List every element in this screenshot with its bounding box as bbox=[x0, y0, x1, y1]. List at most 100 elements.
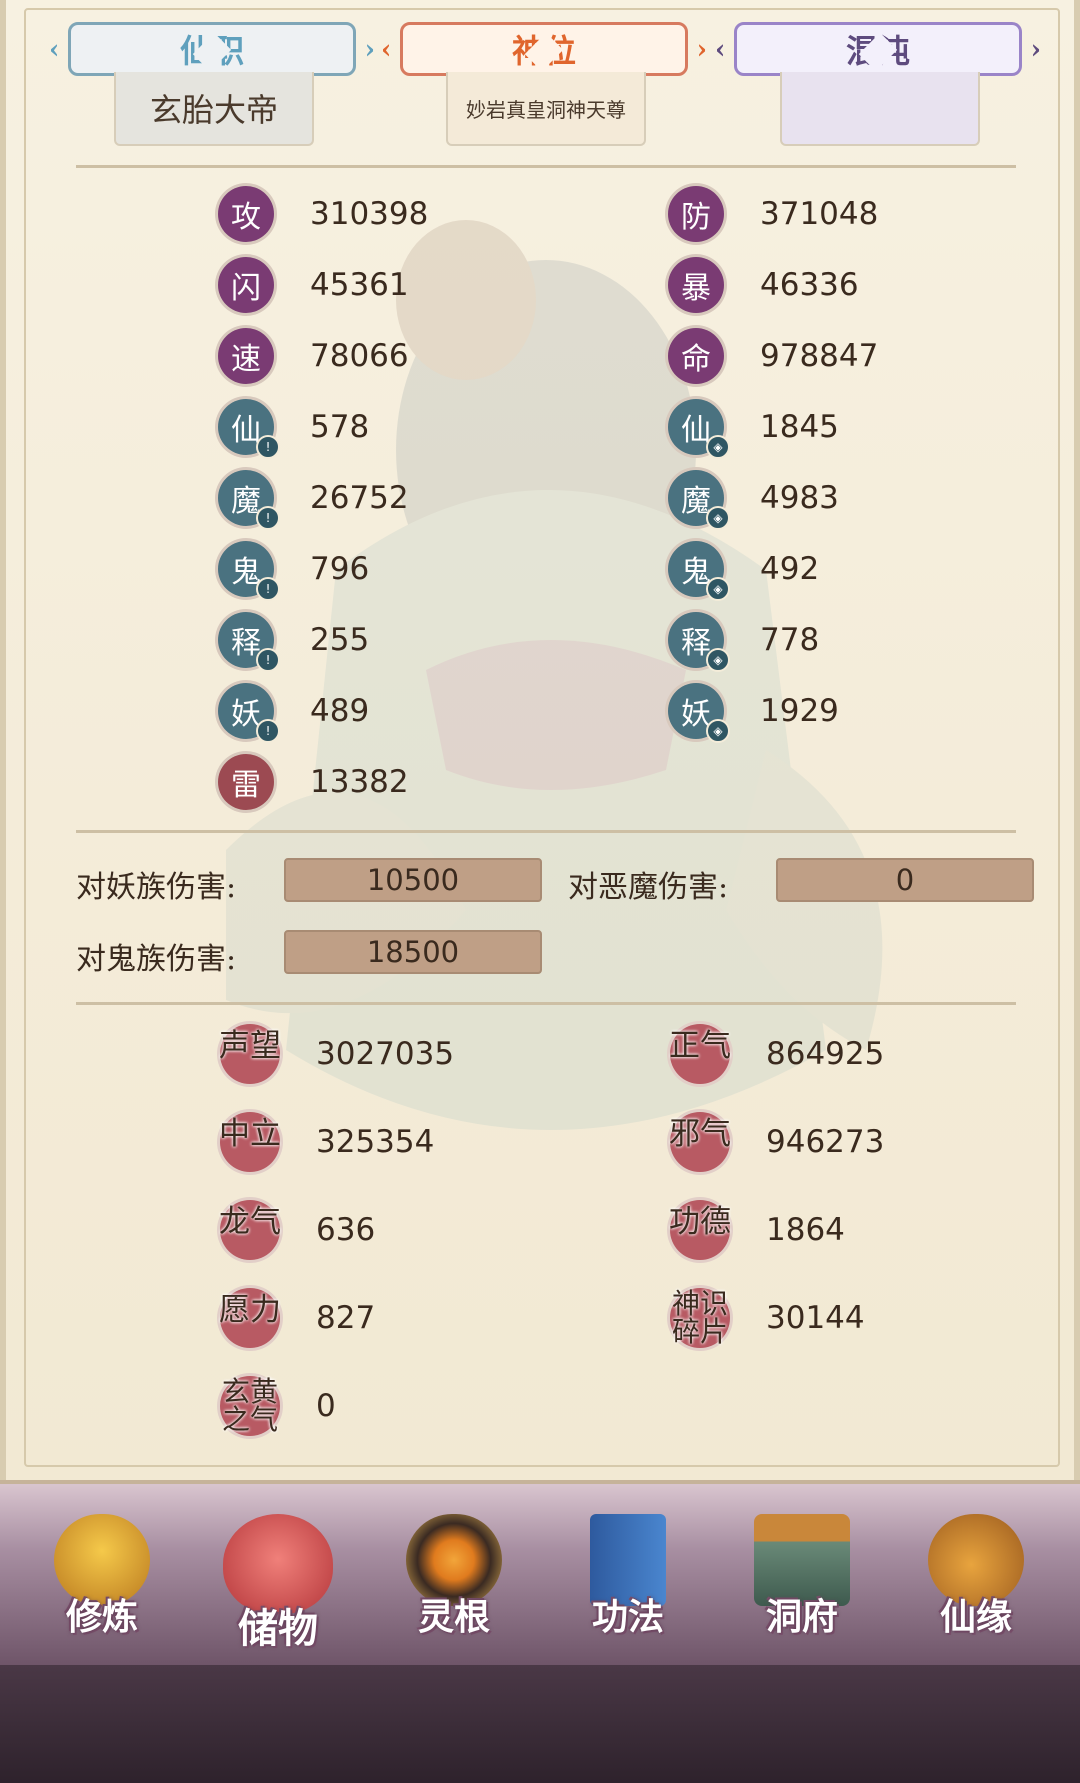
shi-defense-value: 778 bbox=[760, 622, 820, 658]
nav-xianyuan-button[interactable]: 仙缘 bbox=[906, 1504, 1046, 1654]
hp-value: 978847 bbox=[760, 338, 879, 374]
xianzhi-title: 玄胎大帝 bbox=[114, 72, 314, 146]
stat-thunder: 雷 13382 bbox=[218, 752, 409, 812]
divider bbox=[76, 830, 1016, 833]
thunder-value: 13382 bbox=[310, 764, 409, 800]
shield-badge-icon: ◈ bbox=[706, 648, 730, 672]
nav-dongfu-button[interactable]: 洞府 bbox=[732, 1504, 872, 1654]
mo-defense-icon: 魔 ◈ bbox=[668, 470, 730, 530]
stat-yao-attack: 妖! 489 bbox=[218, 681, 370, 743]
defense-icon: 防 bbox=[668, 186, 724, 242]
shield-badge-icon: ◈ bbox=[706, 506, 730, 530]
xuanhuang-icon: 玄黄之气 bbox=[220, 1375, 280, 1436]
yuanli-icon: 愿力 bbox=[219, 1288, 281, 1348]
stat-gui-attack: 鬼! 796 bbox=[218, 539, 370, 601]
xian-defense-icon: 仙 ◈ bbox=[668, 399, 730, 459]
zhongli-icon: 中立 bbox=[219, 1112, 281, 1172]
nav-linggen-button[interactable]: 灵根 bbox=[384, 1504, 524, 1654]
rep-xieqi: 邪气 946273 bbox=[669, 1110, 885, 1174]
chevron-right-icon: › bbox=[364, 35, 375, 65]
rep-xuanhuang: 玄黄之气 0 bbox=[220, 1374, 336, 1438]
chevron-left-icon: ‹ bbox=[381, 35, 392, 65]
gui-defense-icon: 鬼 ◈ bbox=[668, 541, 730, 601]
nav-gongfa-label: 功法 bbox=[591, 1596, 664, 1638]
gongde-value: 1864 bbox=[766, 1212, 845, 1248]
bottom-nav-bar: 修炼 储物 灵根 功法 洞府 仙缘 bbox=[0, 1480, 1080, 1669]
stat-shi-defense: 释 ◈ 778 bbox=[668, 610, 820, 672]
zhengqi-value: 864925 bbox=[766, 1036, 885, 1072]
defense-value: 371048 bbox=[760, 196, 879, 232]
gongde-icon: 功德 bbox=[669, 1200, 731, 1260]
tab-hundun-label: 混沌 bbox=[845, 32, 910, 70]
nav-chuwu-label: 储物 bbox=[238, 1605, 318, 1652]
footer-shade bbox=[0, 1665, 1080, 1783]
longqi-value: 636 bbox=[316, 1212, 376, 1248]
dodge-value: 45361 bbox=[310, 267, 409, 303]
yuanli-value: 827 bbox=[316, 1300, 376, 1336]
longqi-icon: 龙气 bbox=[219, 1200, 281, 1260]
rep-shengwang: 声望 3027035 bbox=[219, 1022, 454, 1086]
nav-chuwu-button[interactable]: 储物 bbox=[208, 1504, 348, 1654]
xian-defense-value: 1845 bbox=[760, 409, 839, 445]
rep-zhongli: 中立 325354 bbox=[219, 1110, 435, 1174]
thunder-icon: 雷 bbox=[218, 754, 274, 810]
gui-attack-icon: 鬼! bbox=[218, 541, 280, 601]
rep-zhengqi: 正气 864925 bbox=[669, 1022, 885, 1086]
gui-attack-value: 796 bbox=[310, 551, 370, 587]
rep-yuanli: 愿力 827 bbox=[219, 1286, 376, 1350]
sword-badge-icon: ! bbox=[256, 719, 280, 743]
rep-shenshi: 神识碎片 30144 bbox=[670, 1286, 865, 1350]
damage-yao-label: 对妖族伤害: bbox=[76, 870, 237, 905]
tab-xianzhi-label: 仙职 bbox=[179, 32, 244, 70]
nav-gongfa-button[interactable]: 功法 bbox=[558, 1504, 698, 1654]
rep-longqi: 龙气 636 bbox=[219, 1198, 376, 1262]
tab-xianzhi[interactable]: ‹ 仙职 › bbox=[49, 22, 375, 76]
attribute-panel: ‹ 仙职 › ‹ 神位 › ‹ 混沌 › 玄胎大帝 妙岩真皇洞神天尊 攻 310… bbox=[0, 0, 1080, 1480]
chevron-left-icon: ‹ bbox=[49, 35, 60, 65]
stat-gui-defense: 鬼 ◈ 492 bbox=[668, 539, 820, 601]
shenshi-icon: 神识碎片 bbox=[670, 1287, 730, 1348]
stat-crit: 暴 46336 bbox=[668, 255, 859, 315]
speed-value: 78066 bbox=[310, 338, 409, 374]
stat-xian-defense: 仙 ◈ 1845 bbox=[668, 397, 839, 459]
stat-yao-defense: 妖 ◈ 1929 bbox=[668, 681, 839, 743]
stat-mo-defense: 魔 ◈ 4983 bbox=[668, 468, 839, 530]
gui-defense-value: 492 bbox=[760, 551, 820, 587]
xuanhuang-value: 0 bbox=[316, 1388, 336, 1424]
damage-gui-value: 18500 bbox=[284, 930, 542, 974]
nav-xiulian-label: 修炼 bbox=[65, 1596, 138, 1638]
shengwang-icon: 声望 bbox=[219, 1024, 281, 1084]
yao-attack-value: 489 bbox=[310, 693, 370, 729]
nav-dongfu-label: 洞府 bbox=[765, 1596, 838, 1638]
chevron-right-icon: › bbox=[696, 35, 707, 65]
xieqi-icon: 邪气 bbox=[669, 1112, 731, 1172]
nav-linggen-label: 灵根 bbox=[417, 1596, 490, 1638]
mo-attack-value: 26752 bbox=[310, 480, 409, 516]
dodge-icon: 闪 bbox=[218, 257, 274, 313]
chevron-right-icon: › bbox=[1030, 35, 1041, 65]
damage-yao-value: 10500 bbox=[284, 858, 542, 902]
zhongli-value: 325354 bbox=[316, 1124, 435, 1160]
crit-value: 46336 bbox=[760, 267, 859, 303]
xieqi-value: 946273 bbox=[766, 1124, 885, 1160]
damage-emo-label: 对恶魔伤害: bbox=[568, 870, 729, 905]
shi-defense-icon: 释 ◈ bbox=[668, 612, 730, 672]
hundun-title bbox=[780, 72, 980, 146]
nav-xiulian-button[interactable]: 修炼 bbox=[32, 1504, 172, 1654]
sword-badge-icon: ! bbox=[256, 648, 280, 672]
shield-badge-icon: ◈ bbox=[706, 719, 730, 743]
shi-attack-value: 255 bbox=[310, 622, 370, 658]
yao-defense-value: 1929 bbox=[760, 693, 839, 729]
speed-icon: 速 bbox=[218, 328, 274, 384]
yao-attack-icon: 妖! bbox=[218, 683, 280, 743]
rep-gongde: 功德 1864 bbox=[669, 1198, 845, 1262]
sword-badge-icon: ! bbox=[256, 577, 280, 601]
tab-shenwei[interactable]: ‹ 神位 › bbox=[381, 22, 707, 76]
damage-emo-value: 0 bbox=[776, 858, 1034, 902]
mo-defense-value: 4983 bbox=[760, 480, 839, 516]
attack-value: 310398 bbox=[310, 196, 429, 232]
stat-dodge: 闪 45361 bbox=[218, 255, 409, 315]
tab-hundun[interactable]: ‹ 混沌 › bbox=[715, 22, 1041, 76]
sword-badge-icon: ! bbox=[256, 506, 280, 530]
chevron-left-icon: ‹ bbox=[715, 35, 726, 65]
